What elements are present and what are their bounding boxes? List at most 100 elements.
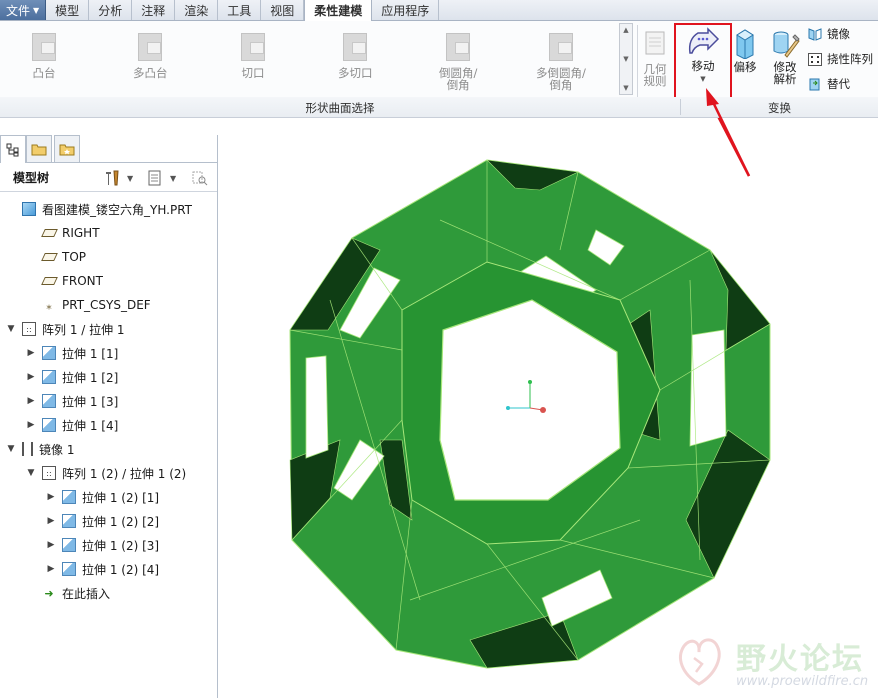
offset-button[interactable]: 偏移: [731, 27, 759, 73]
tab-analysis[interactable]: 分析: [89, 0, 133, 20]
tree-item-label: TOP: [62, 250, 87, 264]
expand-right-icon[interactable]: ▶: [26, 420, 36, 430]
mirror-icon: [808, 27, 822, 41]
expand-down-icon[interactable]: ▼: [26, 468, 36, 478]
tree-show-dropdown-icon[interactable]: ▼: [170, 174, 176, 183]
datum-plane-icon: [40, 250, 58, 264]
datum-plane-icon: [40, 226, 58, 240]
expand-right-icon[interactable]: ▶: [26, 372, 36, 382]
tab-applications[interactable]: 应用程序: [372, 0, 440, 20]
extrude-icon: [62, 514, 76, 528]
tree-item[interactable]: ▶ 拉伸 1 (2) [3]: [46, 534, 159, 556]
graphics-window[interactable]: [218, 118, 878, 698]
expand-right-icon[interactable]: ▶: [46, 564, 56, 574]
tree-item[interactable]: ▶ 拉伸 1 [4]: [26, 414, 118, 436]
expand-right-icon[interactable]: ▶: [26, 348, 36, 358]
extrude-icon: [62, 490, 76, 504]
tree-item[interactable]: 看图建模_镂空六角_YH.PRT: [6, 198, 192, 220]
geometry-rules-button[interactable]: 几何 规则: [643, 29, 667, 87]
scroll-down-icon[interactable]: ▼: [623, 53, 628, 65]
tree-item[interactable]: ▶ 拉伸 1 [2]: [26, 366, 118, 388]
tree-item[interactable]: ▶ 拉伸 1 [1]: [26, 342, 118, 364]
tree-item[interactable]: ▶ 拉伸 1 (2) [4]: [46, 558, 159, 580]
round-chamfer-button[interactable]: 倒圆角/ 倒角: [439, 33, 477, 91]
expand-down-icon[interactable]: ▼: [6, 324, 16, 334]
extrude-icon: [42, 394, 56, 408]
tab-tools[interactable]: 工具: [218, 0, 262, 20]
group-transform[interactable]: 变换: [681, 100, 878, 116]
model-tree-title: 模型树: [13, 171, 50, 185]
tree-item[interactable]: ▼:: 阵列 1 (2) / 拉伸 1 (2): [26, 462, 186, 484]
flex-pattern-button[interactable]: 挠性阵列: [808, 51, 873, 67]
multi-round-chamfer-label: 多倒圆角/ 倒角: [536, 66, 586, 92]
pattern-icon: ::: [22, 322, 36, 336]
round-chamfer-icon: [446, 33, 471, 61]
tab-file[interactable]: 文件 ▼: [0, 0, 47, 20]
modify-analytic-button[interactable]: 修改 解析: [770, 27, 800, 85]
tree-item-label: 镜像 1: [39, 442, 75, 457]
expand-right-icon[interactable]: ▶: [46, 540, 56, 550]
folder-icon: [31, 144, 47, 156]
tab-annotate[interactable]: 注释: [132, 0, 176, 20]
tree-item-label: 拉伸 1 (2) [2]: [82, 514, 160, 529]
tree-item-label: 拉伸 1 [3]: [62, 394, 119, 409]
multi-boss-icon: [138, 33, 163, 61]
boss-button[interactable]: 凸台: [32, 33, 56, 79]
tab-favorites[interactable]: [54, 135, 80, 162]
cut-button[interactable]: 切口: [241, 33, 265, 79]
modify-analytic-label: 修改 解析: [773, 60, 797, 86]
insert-here-icon: ➜: [44, 586, 54, 600]
gallery-expand-icon[interactable]: ▼: [623, 82, 628, 94]
multi-boss-button[interactable]: 多凸台: [133, 33, 168, 79]
tree-item[interactable]: RIGHT: [26, 222, 100, 244]
ribbon-separator: [637, 25, 638, 97]
multi-cut-button[interactable]: 多切口: [338, 33, 373, 79]
substitute-icon: [809, 78, 820, 90]
substitute-button[interactable]: 替代: [808, 76, 850, 92]
expand-right-icon[interactable]: ▶: [46, 492, 56, 502]
tab-flexible-modeling[interactable]: 柔性建模: [304, 0, 373, 21]
tree-item[interactable]: TOP: [26, 246, 86, 268]
flex-pattern-icon: [808, 52, 822, 66]
tree-item-label: 在此插入: [62, 586, 111, 601]
tree-item[interactable]: ⁎ PRT_CSYS_DEF: [26, 294, 150, 316]
hexagonal-lattice-model[interactable]: [289, 159, 771, 669]
expand-down-icon[interactable]: ▼: [6, 444, 16, 454]
tree-settings-dropdown-icon[interactable]: ▼: [127, 174, 133, 183]
multi-round-chamfer-button[interactable]: 多倒圆角/ 倒角: [536, 33, 586, 91]
tree-item[interactable]: ▶ 拉伸 1 (2) [2]: [46, 510, 159, 532]
tab-model[interactable]: 模型: [46, 0, 90, 20]
tree-item-label: FRONT: [62, 274, 103, 288]
expand-right-icon[interactable]: ▶: [46, 516, 56, 526]
csys-icon: ⁎: [46, 298, 52, 312]
tree-item-label: 拉伸 1 [2]: [62, 370, 119, 385]
tree-item[interactable]: ▶ 拉伸 1 (2) [1]: [46, 486, 159, 508]
tree-item[interactable]: ▶ 拉伸 1 [3]: [26, 390, 118, 412]
tree-item[interactable]: ➜ 在此插入: [26, 582, 110, 604]
gallery-scrollbar[interactable]: ▲ ▼ ▼: [619, 23, 633, 95]
mirror-icon: [22, 442, 33, 456]
tree-item[interactable]: ▼:: 阵列 1 / 拉伸 1: [6, 318, 125, 340]
tab-render[interactable]: 渲染: [175, 0, 219, 20]
tab-model-tree[interactable]: [0, 135, 26, 163]
geometry-rules-icon: [645, 31, 665, 55]
pattern-icon: ::: [42, 466, 56, 480]
tree-settings-icon[interactable]: [104, 170, 122, 189]
tree-filter-icon[interactable]: [191, 170, 209, 189]
mirror-button[interactable]: 镜像: [808, 26, 850, 42]
tree-item[interactable]: ▼ 镜像 1: [6, 438, 74, 460]
scroll-up-icon[interactable]: ▲: [623, 24, 628, 36]
modify-analytic-icon: [773, 31, 800, 58]
expand-right-icon[interactable]: ▶: [26, 396, 36, 406]
boss-label: 凸台: [32, 66, 56, 80]
group-shape-surface-selection[interactable]: 形状曲面选择: [0, 100, 680, 116]
tree-item[interactable]: FRONT: [26, 270, 103, 292]
tree-show-icon[interactable]: [147, 170, 163, 189]
tab-folder-browser[interactable]: [26, 135, 52, 162]
watermark-url: www.proewildfire.cn: [736, 674, 869, 689]
tab-view[interactable]: 视图: [261, 0, 305, 20]
boss-icon: [32, 33, 56, 61]
model-viewport[interactable]: [218, 118, 878, 698]
favorites-icon: [59, 144, 75, 156]
navigator-tabs: [0, 135, 217, 163]
